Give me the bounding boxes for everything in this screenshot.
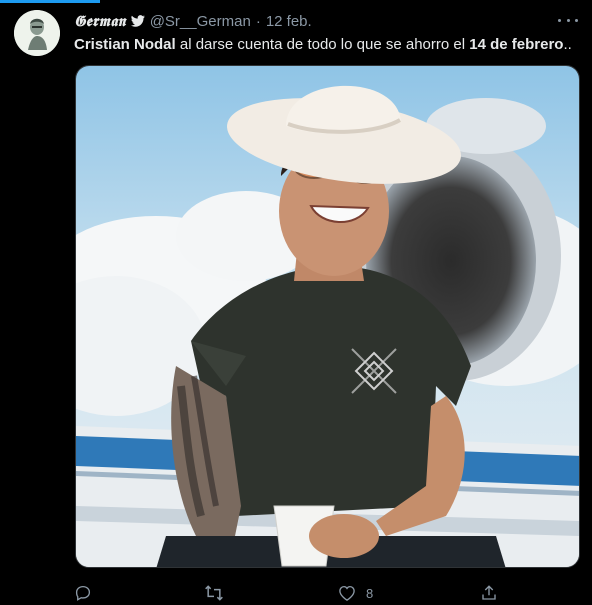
heart-icon [339, 585, 355, 601]
tweet-text-body: al darse cuenta de todo lo que se ahorro… [175, 36, 470, 53]
author-name[interactable]: 𝕲𝖊𝖗𝖒𝖆𝖓 [74, 12, 126, 30]
share-icon [482, 585, 496, 600]
header-separator: · [255, 12, 261, 30]
retweet-icon [205, 585, 223, 601]
tweet-text-end: .. [563, 36, 572, 53]
like-count: 8 [366, 585, 374, 601]
tweet-text-bold-date: 14 de febrero [469, 36, 564, 53]
avatar[interactable] [14, 10, 60, 56]
tweet-text-bold-name: Cristian Nodal [74, 36, 176, 53]
share-button[interactable] [480, 582, 508, 604]
tweet-date[interactable]: 12 feb. [266, 13, 312, 30]
author-handle[interactable]: @Sr__German [150, 13, 251, 30]
tweet-media-image[interactable] [75, 65, 580, 568]
more-icon[interactable] [558, 12, 578, 28]
twitter-bird-icon [130, 15, 145, 27]
tweet-actions: 8 [74, 582, 534, 604]
reply-button[interactable] [74, 582, 102, 604]
reply-icon [75, 585, 91, 601]
tweet-text: Cristian Nodal al darse cuenta de todo l… [74, 35, 580, 55]
retweet-button[interactable] [204, 582, 234, 604]
tweet-header: 𝕲𝖊𝖗𝖒𝖆𝖓 @Sr__German · 12 feb. [74, 11, 552, 31]
tweet[interactable]: 𝕲𝖊𝖗𝖒𝖆𝖓 @Sr__German · 12 feb. Cristian No… [0, 0, 592, 605]
avatar-image [14, 10, 60, 56]
like-button[interactable]: 8 [338, 582, 373, 604]
photo-illustration [76, 66, 579, 567]
